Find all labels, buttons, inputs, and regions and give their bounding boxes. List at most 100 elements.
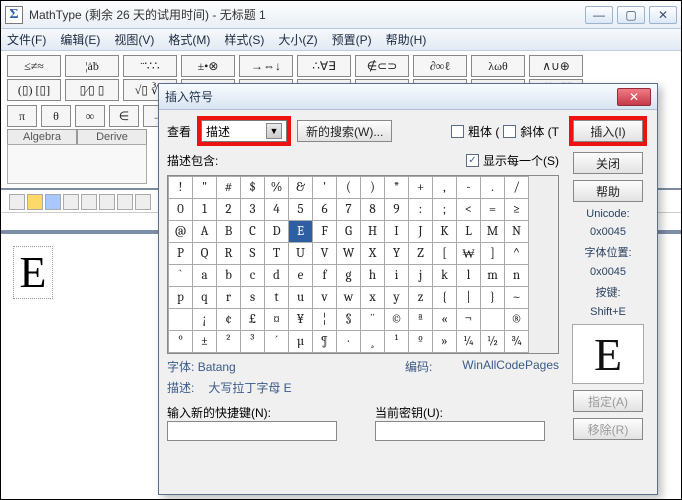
symbol-cell[interactable]: %	[265, 177, 289, 199]
newkey-input[interactable]	[167, 421, 337, 441]
symbol-cell[interactable]: P	[169, 243, 193, 265]
symbol-cell[interactable]: ½	[481, 331, 505, 353]
symbol-cell[interactable]: J	[409, 221, 433, 243]
symbol-cell[interactable]: Y	[385, 243, 409, 265]
symbol-cell[interactable]: z	[409, 287, 433, 309]
symbol-cell[interactable]: @	[169, 221, 193, 243]
tab-algebra[interactable]: Algebra	[7, 129, 77, 144]
remove-button[interactable]: 移除(R)	[573, 418, 643, 440]
symbol-cell[interactable]: 7	[337, 199, 361, 221]
palette-cell[interactable]: ±•⊗	[181, 55, 235, 77]
symbol-cell[interactable]: k	[433, 265, 457, 287]
symbol-cell[interactable]: H	[361, 221, 385, 243]
symbol-cell[interactable]: ¬	[457, 309, 481, 331]
symbol-cell[interactable]: .	[481, 177, 505, 199]
palette-cell[interactable]: ∞	[75, 105, 105, 127]
style-btn-5[interactable]	[81, 194, 97, 210]
palette-cell[interactable]: ▯⁄▯ ▯	[65, 79, 119, 101]
symbol-cell[interactable]: *	[385, 177, 409, 199]
symbol-cell[interactable]: <	[457, 199, 481, 221]
symbol-cell[interactable]: p	[169, 287, 193, 309]
menu-item[interactable]: 格式(M)	[168, 31, 210, 48]
symbol-cell[interactable]: 8	[361, 199, 385, 221]
symbol-cell[interactable]: d	[265, 265, 289, 287]
view-combobox[interactable]: 描述 ▼	[201, 120, 287, 142]
symbol-cell[interactable]: :	[409, 199, 433, 221]
menu-item[interactable]: 样式(S)	[224, 31, 264, 48]
symbol-cell[interactable]: v	[313, 287, 337, 309]
symbol-cell[interactable]: w	[337, 287, 361, 309]
italic-checkbox[interactable]	[503, 125, 516, 138]
symbol-cell[interactable]: s	[241, 287, 265, 309]
palette-cell[interactable]: ¨∵∴	[123, 55, 177, 77]
symbol-cell[interactable]: -	[457, 177, 481, 199]
symbol-cell[interactable]: #	[217, 177, 241, 199]
symbol-cell[interactable]: º	[409, 331, 433, 353]
symbol-cell[interactable]: 4	[265, 199, 289, 221]
menu-item[interactable]: 文件(F)	[7, 31, 46, 48]
symbol-cell[interactable]: /	[505, 177, 529, 199]
symbol-cell[interactable]: A	[193, 221, 217, 243]
style-btn-7[interactable]	[117, 194, 133, 210]
symbol-cell[interactable]: W	[337, 243, 361, 265]
symbol-cell[interactable]: ¤	[265, 309, 289, 331]
symbol-cell[interactable]: ¡	[193, 309, 217, 331]
close-button[interactable]: ✕	[649, 6, 677, 24]
symbol-cell[interactable]: ·	[337, 331, 361, 353]
palette-cell[interactable]: ∈	[109, 105, 139, 127]
symbol-cell[interactable]: K	[433, 221, 457, 243]
symbol-cell[interactable]: c	[241, 265, 265, 287]
symbol-cell[interactable]: h	[361, 265, 385, 287]
symbol-cell[interactable]: $	[241, 177, 265, 199]
symbol-cell[interactable]	[481, 309, 505, 331]
symbol-cell[interactable]: x	[361, 287, 385, 309]
symbol-cell[interactable]: ¼	[457, 331, 481, 353]
symbol-cell[interactable]: M	[481, 221, 505, 243]
symbol-cell[interactable]: 9	[385, 199, 409, 221]
symbol-cell[interactable]: "	[193, 177, 217, 199]
symbol-cell[interactable]: ¾	[505, 331, 529, 353]
symbol-cell[interactable]: ´	[265, 331, 289, 353]
symbol-cell[interactable]: '	[313, 177, 337, 199]
symbol-cell[interactable]: ²	[217, 331, 241, 353]
symbol-cell[interactable]: 6	[313, 199, 337, 221]
symbol-cell[interactable]	[169, 309, 193, 331]
symbol-cell[interactable]: {	[433, 287, 457, 309]
symbol-cell[interactable]: b	[217, 265, 241, 287]
symbol-cell[interactable]: Q	[193, 243, 217, 265]
symbol-cell[interactable]: ;	[433, 199, 457, 221]
symbol-cell[interactable]: ¥	[289, 309, 313, 331]
symbol-cell[interactable]: §	[337, 309, 361, 331]
style-btn-8[interactable]	[135, 194, 151, 210]
symbol-cell[interactable]: Z	[409, 243, 433, 265]
symbol-cell[interactable]: ¦	[313, 309, 337, 331]
symbol-cell[interactable]: =	[481, 199, 505, 221]
help-button[interactable]: 帮助	[573, 180, 643, 202]
palette-cell[interactable]: θ	[41, 105, 71, 127]
symbol-cell[interactable]: ª	[409, 309, 433, 331]
symbol-cell[interactable]: ]	[481, 243, 505, 265]
palette-cell[interactable]: ∂∞ℓ	[413, 55, 467, 77]
symbol-cell[interactable]: T	[265, 243, 289, 265]
symbol-cell[interactable]: ≥	[505, 199, 529, 221]
style-btn-1[interactable]	[9, 194, 25, 210]
palette-cell[interactable]: λωθ	[471, 55, 525, 77]
symbol-cell[interactable]: e	[289, 265, 313, 287]
symbol-cell[interactable]: (	[337, 177, 361, 199]
dialog-close-btn[interactable]: 关闭	[573, 152, 643, 174]
style-btn-3[interactable]	[45, 194, 61, 210]
maximize-button[interactable]: ▢	[617, 6, 645, 24]
symbol-cell[interactable]: F	[313, 221, 337, 243]
new-search-button[interactable]: 新的搜索(W)...	[297, 120, 392, 142]
symbol-cell[interactable]: ±	[193, 331, 217, 353]
symbol-cell[interactable]: S	[241, 243, 265, 265]
menu-item[interactable]: 大小(Z)	[278, 31, 317, 48]
symbol-cell[interactable]: U	[289, 243, 313, 265]
palette-cell[interactable]: ∴∀∃	[297, 55, 351, 77]
symbol-cell[interactable]: C	[241, 221, 265, 243]
symbol-cell[interactable]: ,	[433, 177, 457, 199]
symbol-cell[interactable]: |	[457, 287, 481, 309]
symbol-cell[interactable]: a	[193, 265, 217, 287]
chevron-down-icon[interactable]: ▼	[266, 123, 282, 139]
palette-cell[interactable]: →⇔↓	[239, 55, 293, 77]
